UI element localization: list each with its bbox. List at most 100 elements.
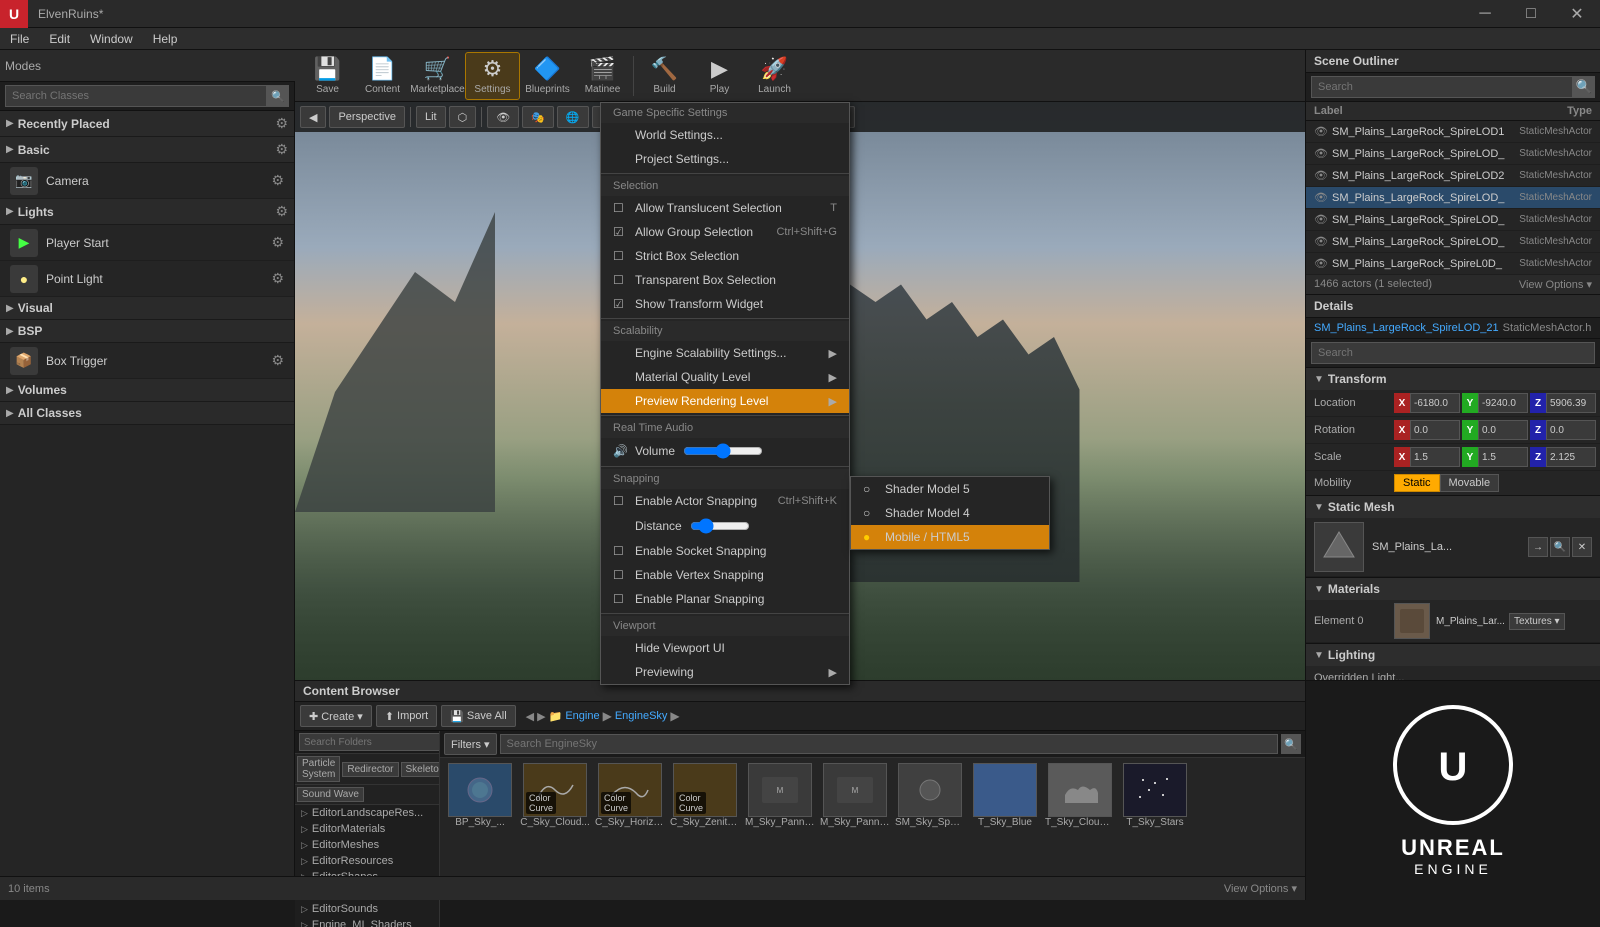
details-search-input[interactable] <box>1311 342 1595 364</box>
category-recently-placed[interactable]: ▶ Recently Placed ⚙ <box>0 111 294 137</box>
asset-t-sky-blue[interactable]: T_Sky_Blue <box>970 763 1040 828</box>
close-button[interactable]: ✕ <box>1554 0 1600 28</box>
matinee-button[interactable]: 🎬 Matinee <box>575 52 630 100</box>
asset-search-button[interactable]: 🔍 <box>1281 734 1301 754</box>
restore-button[interactable]: □ <box>1508 0 1554 28</box>
import-button[interactable]: ⬆ Import <box>376 705 437 727</box>
category-visual[interactable]: ▶ Visual <box>0 297 294 320</box>
asset-c-sky-horizon[interactable]: ColorCurve C_Sky_Horizon_... <box>595 763 665 828</box>
scale-z-field[interactable] <box>1546 447 1596 467</box>
shader-model-4-item[interactable]: ○ Shader Model 4 <box>851 501 1049 525</box>
asset-t-sky-clouds[interactable]: T_Sky_Clouds_M <box>1045 763 1115 828</box>
asset-bp-sky-sphere[interactable]: BP_Sky_... <box>445 763 515 828</box>
search-classes-button[interactable]: 🔍 <box>267 85 289 107</box>
launch-button[interactable]: 🚀 Launch <box>747 52 802 100</box>
outliner-item-0[interactable]: 👁 SM_Plains_LargeRock_SpireLOD1 StaticMe… <box>1306 121 1600 143</box>
tree-engine-mi-shaders[interactable]: ▷Engine_MI_Shaders <box>295 917 439 927</box>
viewport-nav-button[interactable]: ◀ <box>300 106 326 128</box>
tree-editor-resources[interactable]: ▷EditorResources <box>295 853 439 869</box>
menu-file[interactable]: File <box>0 28 39 49</box>
location-z-field[interactable] <box>1546 393 1596 413</box>
material-select-button[interactable]: Textures ▾ <box>1509 613 1565 630</box>
allow-translucent-item[interactable]: ☐ Allow Translucent Selection T <box>601 196 849 220</box>
static-mesh-section-header[interactable]: ▼ Static Mesh <box>1306 496 1600 518</box>
tree-editor-meshes[interactable]: ▷EditorMeshes <box>295 837 439 853</box>
placement-player-start[interactable]: ▶ Player Start ⚙ <box>0 225 294 261</box>
outliner-item-3[interactable]: 👁 SM_Plains_LargeRock_SpireLOD_ StaticMe… <box>1306 187 1600 209</box>
category-all-classes[interactable]: ▶ All Classes <box>0 402 294 425</box>
asset-search-input[interactable] <box>500 734 1278 754</box>
clear-mesh-button[interactable]: ✕ <box>1572 537 1592 557</box>
tree-editor-sounds[interactable]: ▷EditorSounds <box>295 901 439 917</box>
particle-system-filter[interactable]: Particle System <box>297 756 340 782</box>
asset-sm-sky-sphere[interactable]: SM_Sky_Sphere <box>895 763 965 828</box>
category-volumes[interactable]: ▶ Volumes <box>0 379 294 402</box>
volume-slider[interactable] <box>683 443 763 459</box>
preview-rendering-item[interactable]: Preview Rendering Level ▶ <box>601 389 849 413</box>
rotation-x-field[interactable] <box>1410 420 1460 440</box>
shader-model-5-item[interactable]: ○ Shader Model 5 <box>851 477 1049 501</box>
vp-icon3[interactable]: 🌐 <box>557 106 589 128</box>
player-start-settings[interactable]: ⚙ <box>271 234 284 251</box>
mobile-html5-item[interactable]: ● Mobile / HTML5 <box>851 525 1049 549</box>
point-light-settings[interactable]: ⚙ <box>271 270 284 287</box>
outliner-search-button[interactable]: 🔍 <box>1573 76 1595 98</box>
asset-m-sky-panning1[interactable]: M M_Sky_Panning... <box>745 763 815 828</box>
redirector-filter[interactable]: Redirector <box>342 762 398 777</box>
search-classes-input[interactable] <box>5 85 267 107</box>
placement-box-trigger[interactable]: 📦 Box Trigger ⚙ <box>0 343 294 379</box>
lighting-section-header[interactable]: ▼ Lighting <box>1306 644 1600 666</box>
allow-group-item[interactable]: ☑ Allow Group Selection Ctrl+Shift+G <box>601 220 849 244</box>
asset-m-sky-panning2[interactable]: M M_Sky_Panning... <box>820 763 890 828</box>
save-button[interactable]: 💾 Save <box>300 52 355 100</box>
location-y-field[interactable] <box>1478 393 1528 413</box>
camera-settings[interactable]: ⚙ <box>271 172 284 189</box>
scale-x-input[interactable]: X <box>1394 447 1460 467</box>
placement-point-light[interactable]: ● Point Light ⚙ <box>0 261 294 297</box>
find-mesh-button[interactable]: 🔍 <box>1550 537 1570 557</box>
location-z-input[interactable]: Z <box>1530 393 1596 413</box>
movable-button[interactable]: Movable <box>1440 474 1500 492</box>
location-x-input[interactable]: X <box>1394 393 1460 413</box>
box-trigger-settings[interactable]: ⚙ <box>271 352 284 369</box>
project-settings-item[interactable]: Project Settings... <box>601 147 849 171</box>
vp-icon2[interactable]: 🎭 <box>522 106 554 128</box>
socket-snapping-item[interactable]: ☐ Enable Socket Snapping <box>601 539 849 563</box>
tree-editor-materials[interactable]: ▷EditorMaterials <box>295 821 439 837</box>
menu-help[interactable]: Help <box>143 28 188 49</box>
breadcrumb-engine[interactable]: Engine <box>565 710 599 722</box>
rotation-z-field[interactable] <box>1546 420 1596 440</box>
scale-x-field[interactable] <box>1410 447 1460 467</box>
recently-placed-settings-icon[interactable]: ⚙ <box>275 115 288 132</box>
basic-settings-icon[interactable]: ⚙ <box>275 141 288 158</box>
settings-button[interactable]: ⚙ Settings <box>465 52 520 100</box>
strict-box-item[interactable]: ☐ Strict Box Selection <box>601 244 849 268</box>
skeleton-filter[interactable]: Skeleton <box>401 762 441 777</box>
minimize-button[interactable]: ─ <box>1462 0 1508 28</box>
menu-window[interactable]: Window <box>80 28 143 49</box>
transparent-box-item[interactable]: ☐ Transparent Box Selection <box>601 268 849 292</box>
vertex-snapping-item[interactable]: ☐ Enable Vertex Snapping <box>601 563 849 587</box>
hide-viewport-ui-item[interactable]: Hide Viewport UI <box>601 636 849 660</box>
category-basic[interactable]: ▶ Basic ⚙ <box>0 137 294 163</box>
material-quality-item[interactable]: Material Quality Level ▶ <box>601 365 849 389</box>
search-folders-input[interactable] <box>299 733 440 751</box>
blueprints-button[interactable]: 🔷 Blueprints <box>520 52 575 100</box>
materials-section-header[interactable]: ▼ Materials <box>1306 578 1600 600</box>
save-all-button[interactable]: 💾 Save All <box>441 705 515 727</box>
outliner-view-options-button[interactable]: View Options ▾ <box>1519 278 1592 291</box>
world-settings-item[interactable]: World Settings... <box>601 123 849 147</box>
content-button[interactable]: 📄 Content <box>355 52 410 100</box>
engine-scalability-item[interactable]: Engine Scalability Settings... ▶ <box>601 341 849 365</box>
menu-edit[interactable]: Edit <box>39 28 80 49</box>
asset-t-sky-stars[interactable]: T_Sky_Stars <box>1120 763 1190 828</box>
lit-button[interactable]: Lit <box>416 106 446 128</box>
rotation-z-input[interactable]: Z <box>1530 420 1596 440</box>
breadcrumb-forward[interactable]: ▶ <box>537 710 545 723</box>
rotation-y-input[interactable]: Y <box>1462 420 1528 440</box>
category-bsp[interactable]: ▶ BSP <box>0 320 294 343</box>
distance-slider[interactable] <box>690 518 750 534</box>
category-lights[interactable]: ▶ Lights ⚙ <box>0 199 294 225</box>
previewing-item[interactable]: Previewing ▶ <box>601 660 849 684</box>
transform-section-header[interactable]: ▼ Transform <box>1306 368 1600 390</box>
